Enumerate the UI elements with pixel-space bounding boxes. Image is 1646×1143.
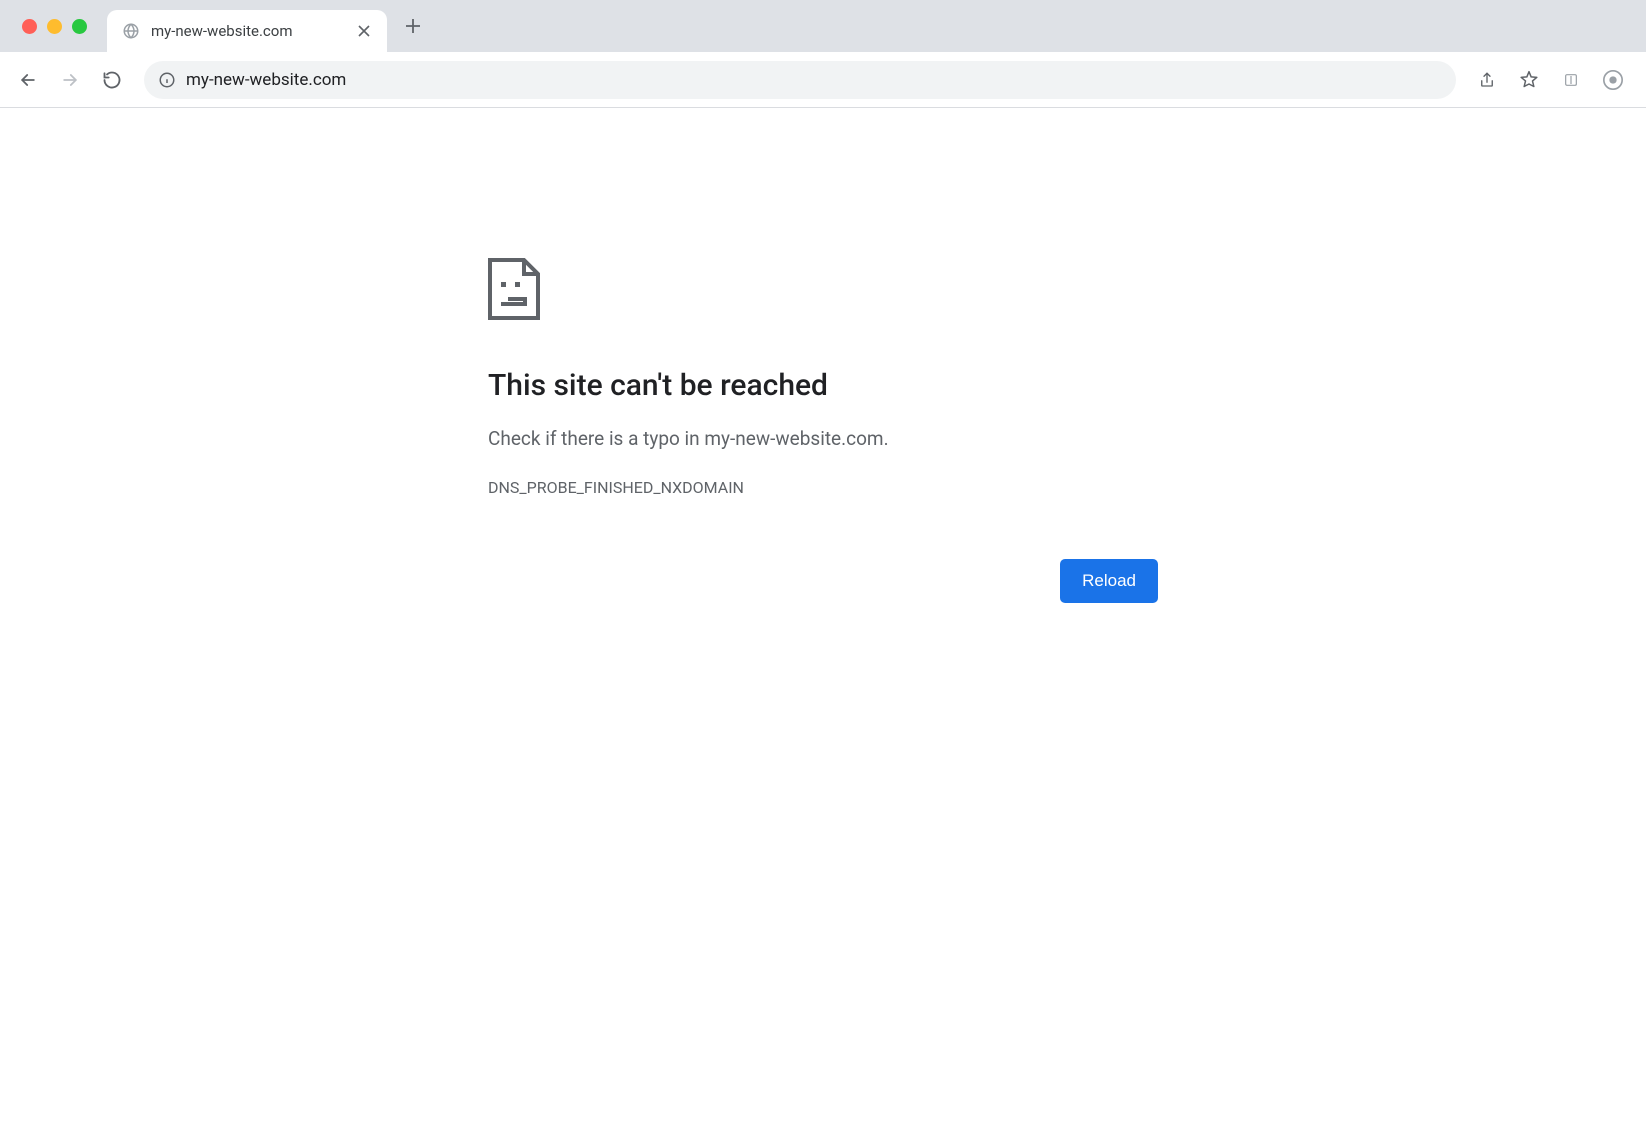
reload-button[interactable]: Reload bbox=[1060, 559, 1158, 603]
new-tab-button[interactable] bbox=[395, 8, 431, 44]
sad-page-icon bbox=[488, 258, 1158, 320]
reload-nav-button[interactable] bbox=[94, 62, 130, 98]
error-title: This site can't be reached bbox=[488, 368, 1158, 403]
page-content: This site can't be reached Check if ther… bbox=[0, 108, 1646, 603]
minimize-window-button[interactable] bbox=[47, 19, 62, 34]
maximize-window-button[interactable] bbox=[72, 19, 87, 34]
back-button[interactable] bbox=[10, 62, 46, 98]
error-container: This site can't be reached Check if ther… bbox=[488, 258, 1158, 603]
close-window-button[interactable] bbox=[22, 19, 37, 34]
bookmark-button[interactable] bbox=[1512, 63, 1546, 97]
globe-icon bbox=[121, 21, 141, 41]
toolbar-actions bbox=[1470, 63, 1636, 97]
error-code: DNS_PROBE_FINISHED_NXDOMAIN bbox=[488, 478, 1158, 497]
close-tab-button[interactable] bbox=[355, 22, 373, 40]
site-info-icon[interactable] bbox=[158, 71, 176, 89]
browser-tab[interactable]: my-new-website.com bbox=[107, 10, 387, 52]
tab-title: my-new-website.com bbox=[151, 22, 345, 40]
share-button[interactable] bbox=[1470, 63, 1504, 97]
forward-button[interactable] bbox=[52, 62, 88, 98]
extensions-button[interactable] bbox=[1554, 63, 1588, 97]
address-bar[interactable]: my-new-website.com bbox=[144, 61, 1456, 99]
toolbar: my-new-website.com bbox=[0, 52, 1646, 108]
window-controls bbox=[10, 0, 107, 52]
url-text: my-new-website.com bbox=[186, 70, 346, 90]
tab-strip: my-new-website.com bbox=[0, 0, 1646, 52]
profile-button[interactable] bbox=[1596, 63, 1630, 97]
error-message: Check if there is a typo in my-new-websi… bbox=[488, 427, 1158, 450]
